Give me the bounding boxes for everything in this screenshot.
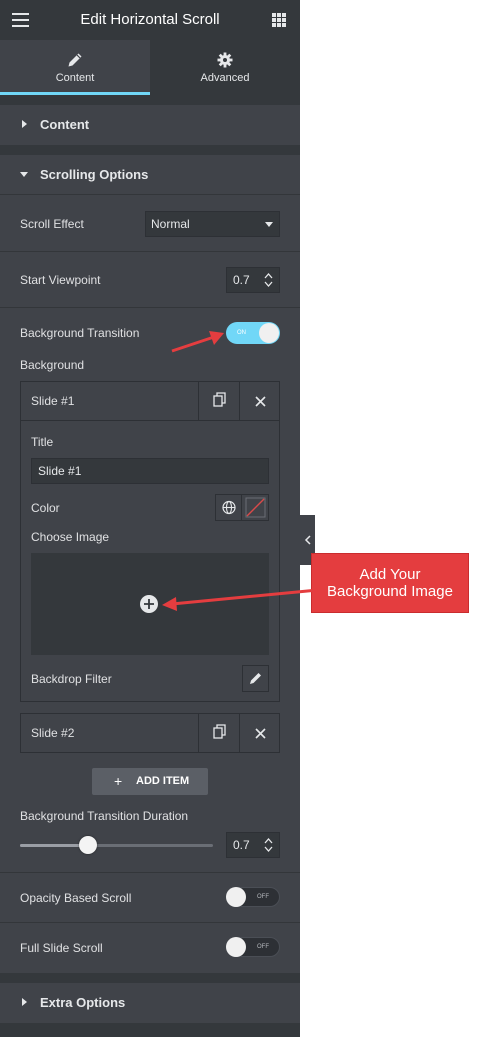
section-content[interactable]: Content <box>0 105 300 145</box>
caret-right-icon <box>22 120 27 128</box>
opacity-scroll-toggle[interactable]: OFF <box>226 887 280 907</box>
duplicate-button[interactable] <box>198 714 239 752</box>
close-icon <box>255 396 266 407</box>
transition-duration-value: 0.7 <box>233 838 250 852</box>
plus-icon: + <box>114 773 123 789</box>
backdrop-filter-edit-button[interactable] <box>242 665 269 692</box>
toggle-knob <box>226 937 246 957</box>
tab-content[interactable]: Content <box>0 40 150 95</box>
spacer <box>0 1023 300 1037</box>
panel-header: Edit Horizontal Scroll <box>0 0 300 40</box>
spinner-arrows-icon[interactable] <box>264 837 273 853</box>
annotation-line-1: Add Your <box>359 566 421 583</box>
tab-advanced-label: Advanced <box>200 72 250 84</box>
section-extra-label: Extra Options <box>40 995 126 1010</box>
repeater-item-slide-2[interactable]: Slide #2 <box>20 713 280 753</box>
transition-duration-label: Background Transition Duration <box>20 809 189 823</box>
chevron-left-icon <box>304 535 311 545</box>
spinner-arrows-icon[interactable] <box>264 272 273 288</box>
caret-right-icon <box>22 998 27 1006</box>
copy-icon <box>213 724 226 739</box>
remove-button[interactable] <box>239 714 280 752</box>
section-scrolling-label: Scrolling Options <box>40 167 149 182</box>
no-color-icon <box>245 497 266 518</box>
repeater-item-title: Slide #1 <box>31 394 75 408</box>
spacer <box>0 973 300 983</box>
panel-tabs: Content Advanced <box>0 40 300 95</box>
global-colors-button[interactable] <box>216 495 242 520</box>
repeater-item-slide-1[interactable]: Slide #1 <box>20 381 280 421</box>
caret-down-icon <box>20 172 28 177</box>
start-viewpoint-value: 0.7 <box>233 273 250 287</box>
pencil-icon <box>68 53 82 67</box>
divider <box>0 251 300 252</box>
panel-title: Edit Horizontal Scroll <box>80 11 220 28</box>
copy-icon <box>213 392 226 407</box>
annotation-callout: Add Your Background Image <box>311 553 469 613</box>
color-control <box>215 494 269 521</box>
section-content-label: Content <box>40 117 90 132</box>
transition-duration-input[interactable]: 0.7 <box>226 832 280 858</box>
color-swatch[interactable] <box>243 495 268 520</box>
section-scrolling-options[interactable]: Scrolling Options <box>0 155 300 195</box>
add-item-label: ADD ITEM <box>136 775 190 787</box>
scroll-effect-label: Scroll Effect <box>20 217 84 231</box>
pencil-icon <box>250 673 261 684</box>
remove-button[interactable] <box>239 382 280 420</box>
background-transition-label: Background Transition <box>20 326 140 340</box>
add-item-button[interactable]: + ADD ITEM <box>92 768 208 795</box>
divider <box>0 922 300 923</box>
backdrop-filter-label: Backdrop Filter <box>31 672 112 686</box>
divider <box>0 194 300 195</box>
toggle-state: OFF <box>257 944 269 950</box>
title-input[interactable]: Slide #1 <box>31 458 269 484</box>
start-viewpoint-input[interactable]: 0.7 <box>226 267 280 293</box>
start-viewpoint-label: Start Viewpoint <box>20 273 101 287</box>
slider-fill <box>20 844 88 847</box>
image-picker[interactable] <box>31 553 269 655</box>
opacity-scroll-label: Opacity Based Scroll <box>20 891 132 905</box>
chevron-down-icon <box>265 222 273 227</box>
gear-icon <box>217 52 233 68</box>
plus-icon[interactable] <box>140 595 158 613</box>
divider <box>0 307 300 308</box>
toggle-state: ON <box>237 330 246 336</box>
spacer <box>0 145 300 155</box>
tab-advanced[interactable]: Advanced <box>150 40 300 95</box>
color-label: Color <box>31 501 60 515</box>
full-slide-scroll-label: Full Slide Scroll <box>20 941 103 955</box>
toggle-knob <box>259 323 279 343</box>
duplicate-button[interactable] <box>198 382 239 420</box>
title-label: Title <box>31 435 54 449</box>
full-slide-scroll-toggle[interactable]: OFF <box>226 937 280 957</box>
transition-duration-slider[interactable] <box>20 844 213 847</box>
choose-image-label: Choose Image <box>31 530 110 544</box>
scroll-effect-value: Normal <box>151 217 190 231</box>
toggle-knob <box>226 887 246 907</box>
apps-grid-icon[interactable] <box>272 13 286 27</box>
editor-panel: Edit Horizontal Scroll Content Advanced … <box>0 0 300 1037</box>
background-label: Background <box>20 358 85 372</box>
annotation-line-2: Background Image <box>327 583 453 600</box>
repeater-item-title: Slide #2 <box>31 726 75 740</box>
section-extra-options[interactable]: Extra Options <box>0 983 300 1023</box>
spacer <box>0 95 300 105</box>
scroll-effect-select[interactable]: Normal <box>145 211 280 237</box>
toggle-state: OFF <box>257 894 269 900</box>
close-icon <box>255 728 266 739</box>
slider-handle[interactable] <box>78 836 97 854</box>
tab-content-label: Content <box>55 72 95 84</box>
background-transition-toggle[interactable]: ON <box>226 322 280 344</box>
globe-icon <box>222 500 236 515</box>
divider <box>0 872 300 873</box>
